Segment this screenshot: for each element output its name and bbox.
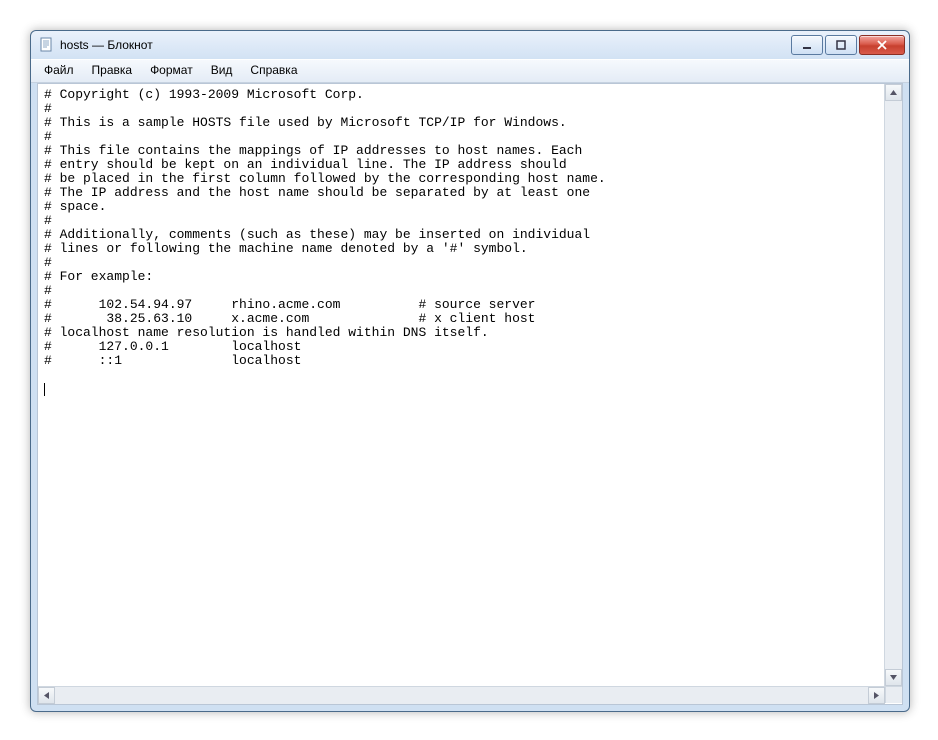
scroll-up-button[interactable]	[885, 84, 902, 101]
window-title: hosts — Блокнот	[60, 38, 791, 52]
text-caret	[44, 383, 45, 396]
scroll-down-button[interactable]	[885, 669, 902, 686]
menu-file[interactable]: Файл	[35, 60, 83, 82]
vertical-scroll-track[interactable]	[885, 101, 902, 669]
minimize-button[interactable]	[791, 35, 823, 55]
close-button[interactable]	[859, 35, 905, 55]
window-controls	[791, 35, 905, 55]
editor-content: # Copyright (c) 1993-2009 Microsoft Corp…	[44, 87, 606, 368]
horizontal-scrollbar[interactable]	[38, 686, 885, 704]
menu-view[interactable]: Вид	[202, 60, 242, 82]
title-bar[interactable]: hosts — Блокнот	[31, 31, 909, 59]
menu-bar: Файл Правка Формат Вид Справка	[31, 59, 909, 83]
scrollbar-corner	[885, 686, 902, 703]
menu-edit[interactable]: Правка	[83, 60, 142, 82]
text-editor[interactable]: # Copyright (c) 1993-2009 Microsoft Corp…	[38, 84, 884, 686]
vertical-scrollbar[interactable]	[884, 84, 902, 686]
menu-format[interactable]: Формат	[141, 60, 202, 82]
horizontal-scroll-track[interactable]	[55, 687, 868, 704]
scroll-right-button[interactable]	[868, 687, 885, 704]
menu-help[interactable]: Справка	[241, 60, 306, 82]
notepad-window: hosts — Блокнот Файл Правка Форма	[30, 30, 910, 712]
scroll-left-button[interactable]	[38, 687, 55, 704]
maximize-button[interactable]	[825, 35, 857, 55]
app-icon	[39, 37, 55, 53]
client-area: # Copyright (c) 1993-2009 Microsoft Corp…	[37, 83, 903, 705]
